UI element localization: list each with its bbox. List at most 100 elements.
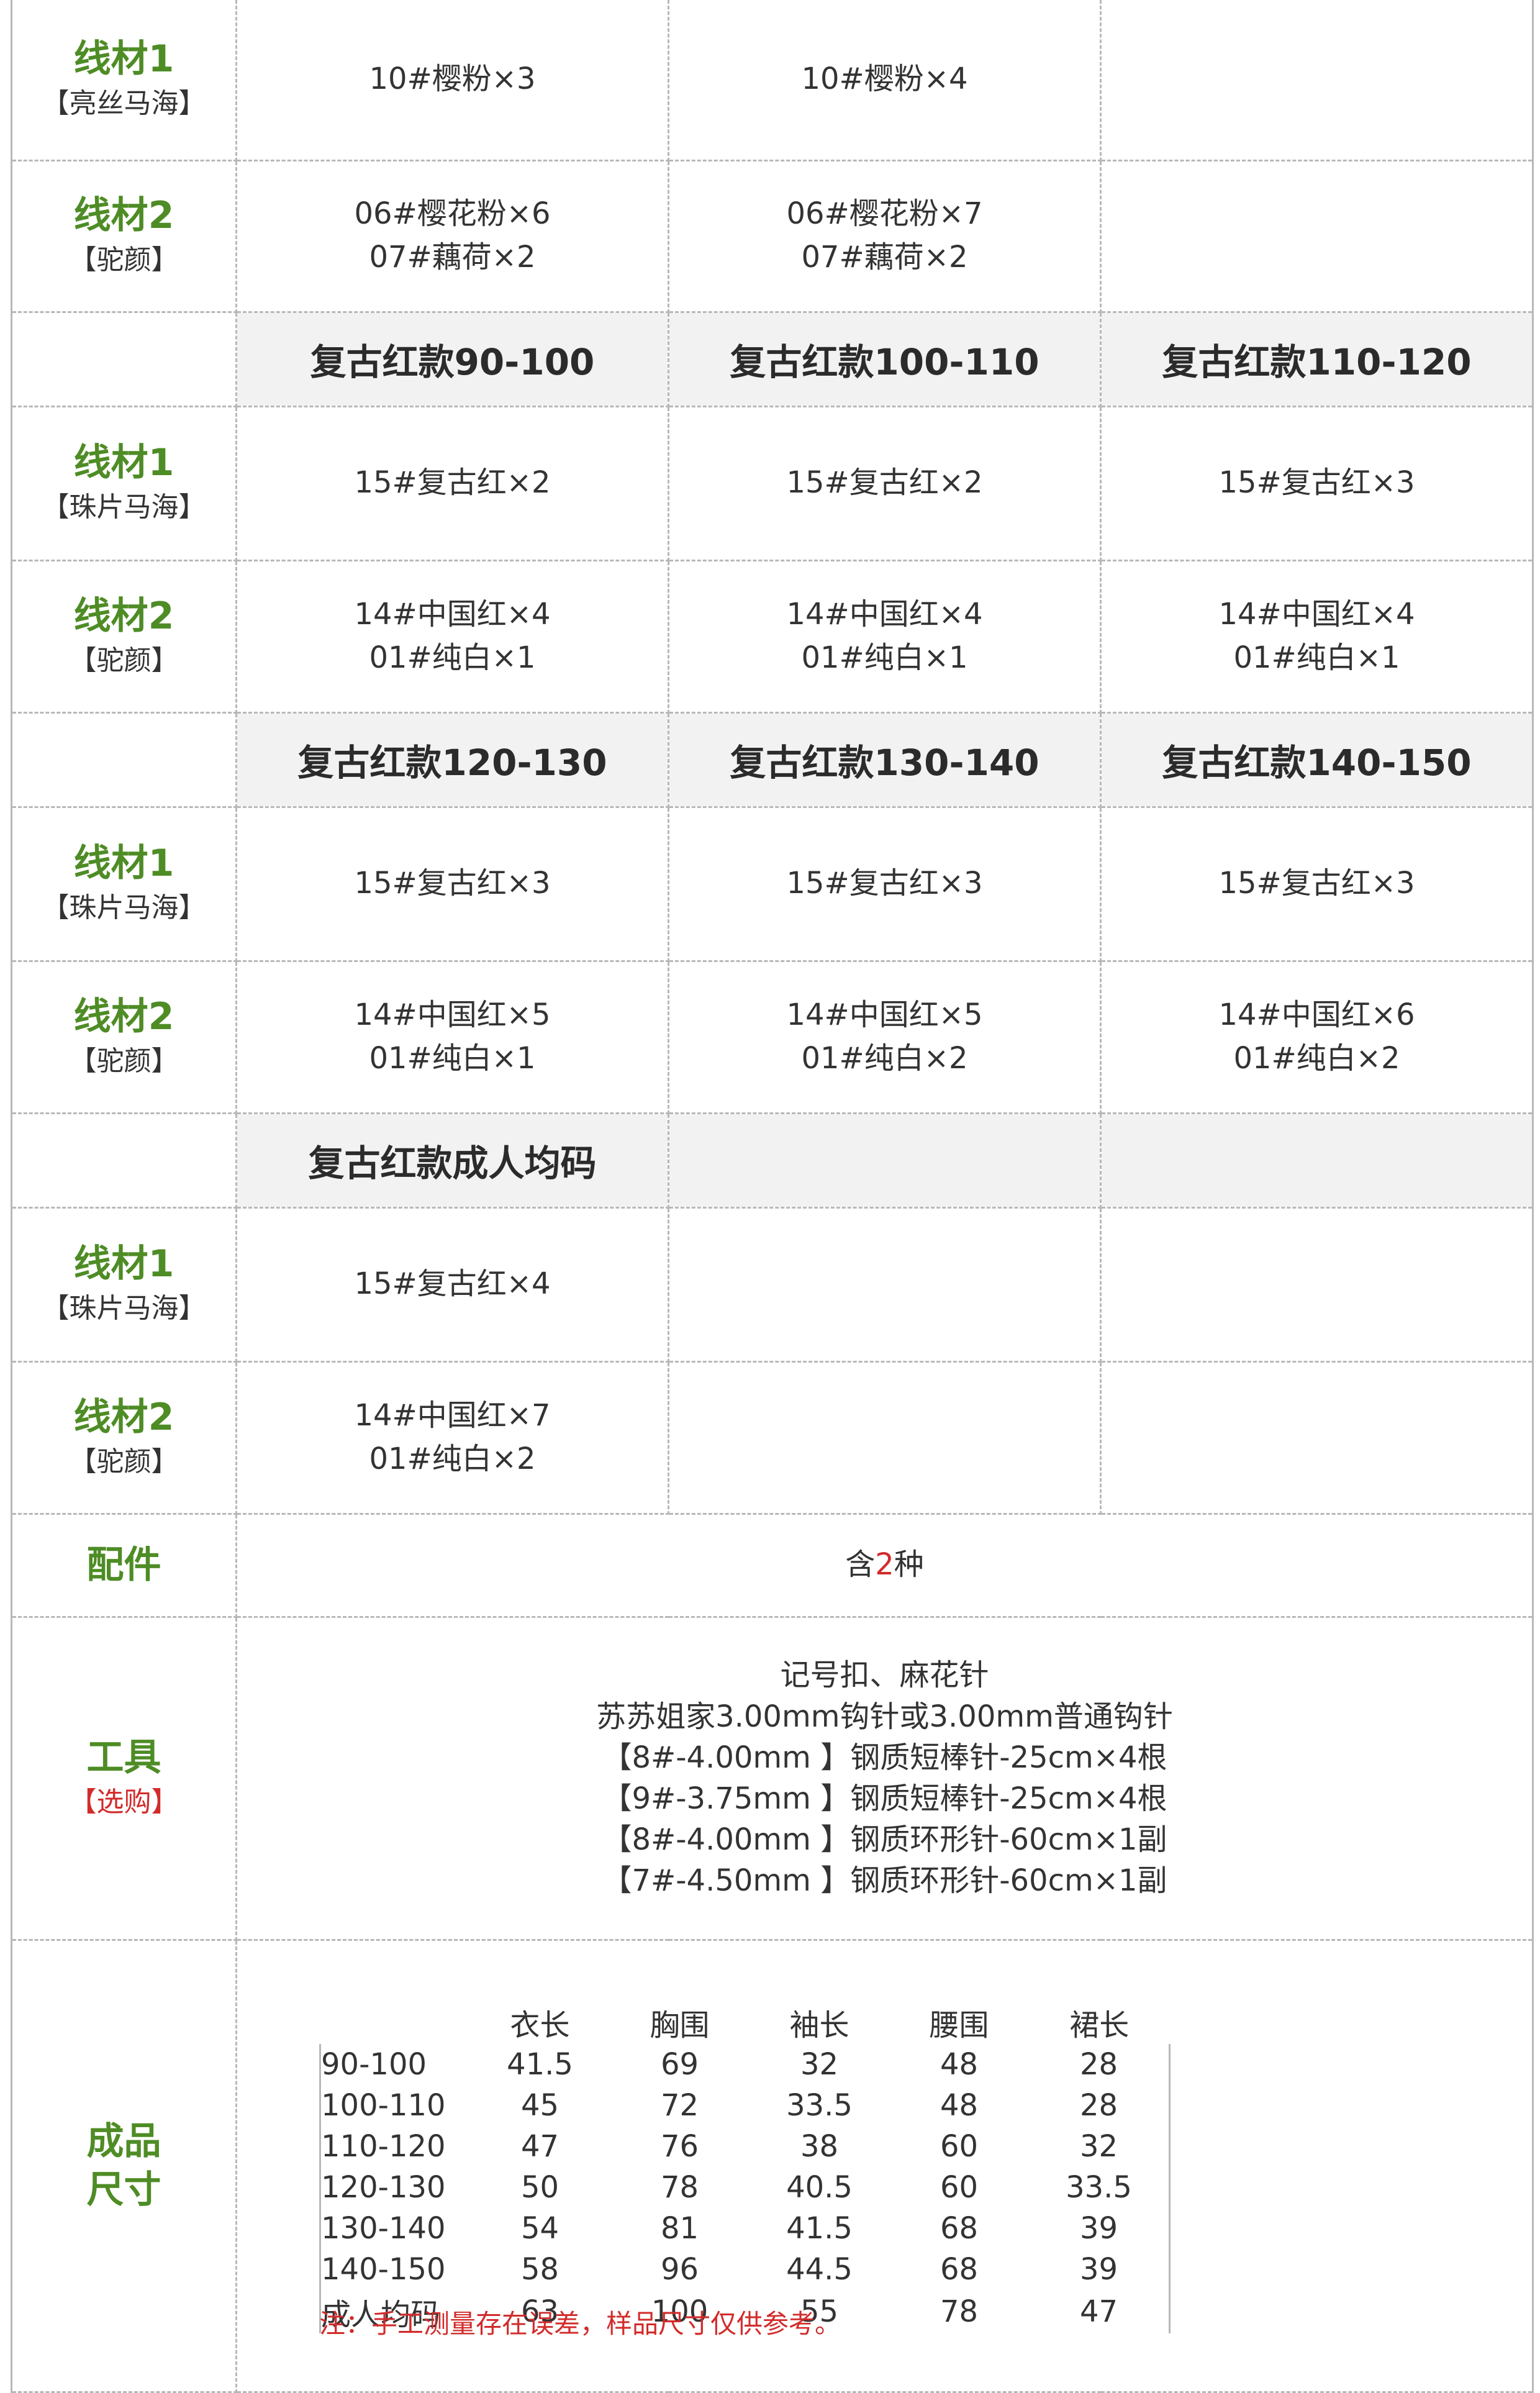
variant-title: 复古红款110-120 [1162, 341, 1472, 383]
variant-title: 复古红款100-110 [730, 341, 1040, 383]
size-value: 38 [800, 2128, 839, 2164]
tools-label-cell: 工具 【选购】 [11, 1615, 237, 1941]
yarn-amount-cell: 10#樱粉×4 [668, 0, 1102, 161]
size-value: 58 [520, 2251, 559, 2287]
size-value: 78 [660, 2169, 699, 2205]
yarn-row: 线材2 【驼颜】 14#中国红×5 01#纯白×1 14#中国红×5 01#纯白×2 14#… [11, 960, 1534, 1114]
sizes-label-line1: 成品 [86, 2120, 161, 2163]
variant-title: 复古红款140-150 [1162, 742, 1472, 784]
yarn-amount: 01#纯白×2 [1233, 1040, 1400, 1076]
size-row: 120-130 50 78 40.5 60 33.5 [319, 2166, 1171, 2208]
yarn-amount: 07#藕荷×2 [369, 240, 536, 275]
tool-line-3: 【8#-4.00mm 】钢质短棒针-25cm×4根 [602, 1740, 1167, 1775]
materials-table: 线材1 【亮丝马海】 10#樱粉×3 10#樱粉×4 线材2 【驼颜】 06#樱花粉×6 07… [11, 0, 1534, 2393]
yarn-amount-cell: 14#中国红×7 01#纯白×2 [235, 1360, 669, 1515]
size-value: 50 [520, 2169, 559, 2205]
yarn-row: 线材1 【珠片马海】 15#复古红×4 [11, 1206, 1534, 1363]
size-value: 41.5 [507, 2046, 573, 2082]
accessories-value-cell: 含2种 [235, 1512, 1534, 1618]
yarn-label: 线材2 [73, 594, 174, 638]
size-value: 28 [1029, 2084, 1171, 2126]
yarn-label: 线材1 [73, 441, 174, 484]
size-range: 90-100 [319, 2043, 470, 2085]
accessories-label: 配件 [86, 1543, 161, 1587]
yarn-type: 【珠片马海】 [42, 892, 206, 924]
variant-header-row: 复古红款90-100 复古红款100-110 复古红款110-120 [11, 311, 1534, 407]
yarn-amount-cell [668, 1360, 1102, 1515]
yarn-label-cell: 线材1 【珠片马海】 [11, 806, 237, 962]
yarn-amount: 01#纯白×1 [801, 640, 968, 675]
accessories-row: 配件 含2种 [11, 1512, 1534, 1618]
variant-header-cell [668, 1112, 1102, 1209]
size-chart: 衣长 胸围 袖长 腰围 裙长 90-100 41.5 69 32 48 28 100-110 45 72… [238, 1941, 1531, 2390]
yarn-label: 线材1 [73, 1242, 174, 1286]
size-value: 68 [940, 2210, 979, 2246]
yarn-amount: 15#复古红×3 [786, 866, 983, 901]
variant-title: 复古红款成人均码 [308, 1142, 597, 1184]
yarn-amount: 15#复古红×2 [786, 465, 983, 501]
yarn-row: 线材1 【亮丝马海】 10#樱粉×3 10#樱粉×4 [11, 0, 1534, 161]
size-column-header: 裙长 [1069, 2007, 1130, 2043]
size-value: 96 [660, 2251, 699, 2287]
size-value: 47 [520, 2128, 559, 2164]
yarn-amount: 14#中国红×4 [1218, 596, 1415, 632]
variant-header-cell: 复古红款成人均码 [235, 1112, 669, 1209]
yarn-row: 线材1 【珠片马海】 15#复古红×2 15#复古红×2 15#复古红×3 [11, 405, 1534, 561]
yarn-amount: 14#中国红×4 [354, 596, 551, 632]
tool-line-2: 苏苏姐家3.00mm钩针或3.00mm普通钩针 [596, 1699, 1173, 1734]
size-value: 44.5 [786, 2251, 853, 2287]
yarn-amount-cell: 15#复古红×3 [235, 806, 669, 962]
yarn-row: 线材2 【驼颜】 14#中国红×4 01#纯白×1 14#中国红×4 01#纯白×1 14#… [11, 559, 1534, 714]
size-value: 33.5 [786, 2087, 853, 2123]
yarn-amount: 15#复古红×3 [1218, 465, 1415, 501]
yarn-amount-cell: 14#中国红×6 01#纯白×2 [1100, 960, 1534, 1114]
yarn-amount: 15#复古红×3 [354, 866, 551, 901]
variant-header-cell: 复古红款120-130 [235, 711, 669, 808]
size-value: 33.5 [1029, 2166, 1171, 2208]
yarn-amount-cell: 06#樱花粉×6 07#藕荷×2 [235, 159, 669, 313]
yarn-label: 线材2 [73, 994, 174, 1038]
yarn-label: 线材1 [73, 842, 174, 885]
size-value: 48 [940, 2087, 979, 2123]
yarn-amount: 14#中国红×6 [1218, 997, 1415, 1032]
yarn-amount: 10#樱粉×4 [801, 61, 968, 97]
yarn-amount-cell: 14#中国红×4 01#纯白×1 [1100, 559, 1534, 714]
yarn-type: 【珠片马海】 [42, 491, 206, 523]
size-value: 39 [1029, 2248, 1171, 2290]
yarn-amount: 15#复古红×2 [354, 465, 551, 501]
size-value: 40.5 [786, 2169, 853, 2205]
size-value: 32 [800, 2046, 839, 2082]
yarn-type: 【驼颜】 [69, 644, 179, 676]
yarn-label-cell: 线材2 【驼颜】 [11, 559, 237, 714]
size-value: 72 [660, 2087, 699, 2123]
size-table-body: 90-100 41.5 69 32 48 28 100-110 45 72 33.5 48 28 110… [319, 2043, 1171, 2333]
yarn-type: 【亮丝马海】 [42, 88, 206, 120]
yarn-amount-cell [1100, 159, 1534, 313]
size-value: 45 [520, 2087, 559, 2123]
size-value: 60 [940, 2128, 979, 2164]
header-blank-cell [11, 711, 237, 808]
sizes-table-cell: 衣长 胸围 袖长 腰围 裙长 90-100 41.5 69 32 48 28 100-110 45 72… [235, 1938, 1534, 2393]
material-sheet: 线材1 【亮丝马海】 10#樱粉×3 10#樱粉×4 线材2 【驼颜】 06#樱花粉×6 07… [0, 0, 1540, 2393]
yarn-amount: 15#复古红×3 [1218, 866, 1415, 901]
size-value: 54 [520, 2210, 559, 2246]
header-blank-cell [11, 1112, 237, 1209]
yarn-row: 线材1 【珠片马海】 15#复古红×3 15#复古红×3 15#复古红×3 [11, 806, 1534, 962]
tool-line-6: 【7#-4.50mm 】钢质环形针-60cm×1副 [602, 1863, 1167, 1899]
yarn-amount-cell: 15#复古红×4 [235, 1206, 669, 1363]
variant-title: 复古红款130-140 [730, 742, 1040, 784]
size-row: 90-100 41.5 69 32 48 28 [319, 2043, 1171, 2085]
variant-header-cell: 复古红款140-150 [1100, 711, 1534, 808]
size-row: 110-120 47 76 38 60 32 [319, 2125, 1171, 2167]
size-value: 78 [940, 2294, 979, 2329]
yarn-amount-cell: 15#复古红×3 [1100, 806, 1534, 962]
size-column-header: 袖长 [789, 2007, 849, 2043]
accessories-label-cell: 配件 [11, 1512, 237, 1618]
size-value: 47 [1029, 2289, 1171, 2333]
yarn-amount: 14#中国红×7 [354, 1397, 551, 1433]
variant-header-cell: 复古红款110-120 [1100, 311, 1534, 407]
size-range: 120-130 [319, 2166, 470, 2208]
size-range: 130-140 [319, 2207, 470, 2249]
sizes-label-cell: 成品 尺寸 [11, 1938, 237, 2393]
variant-header-cell: 复古红款100-110 [668, 311, 1102, 407]
